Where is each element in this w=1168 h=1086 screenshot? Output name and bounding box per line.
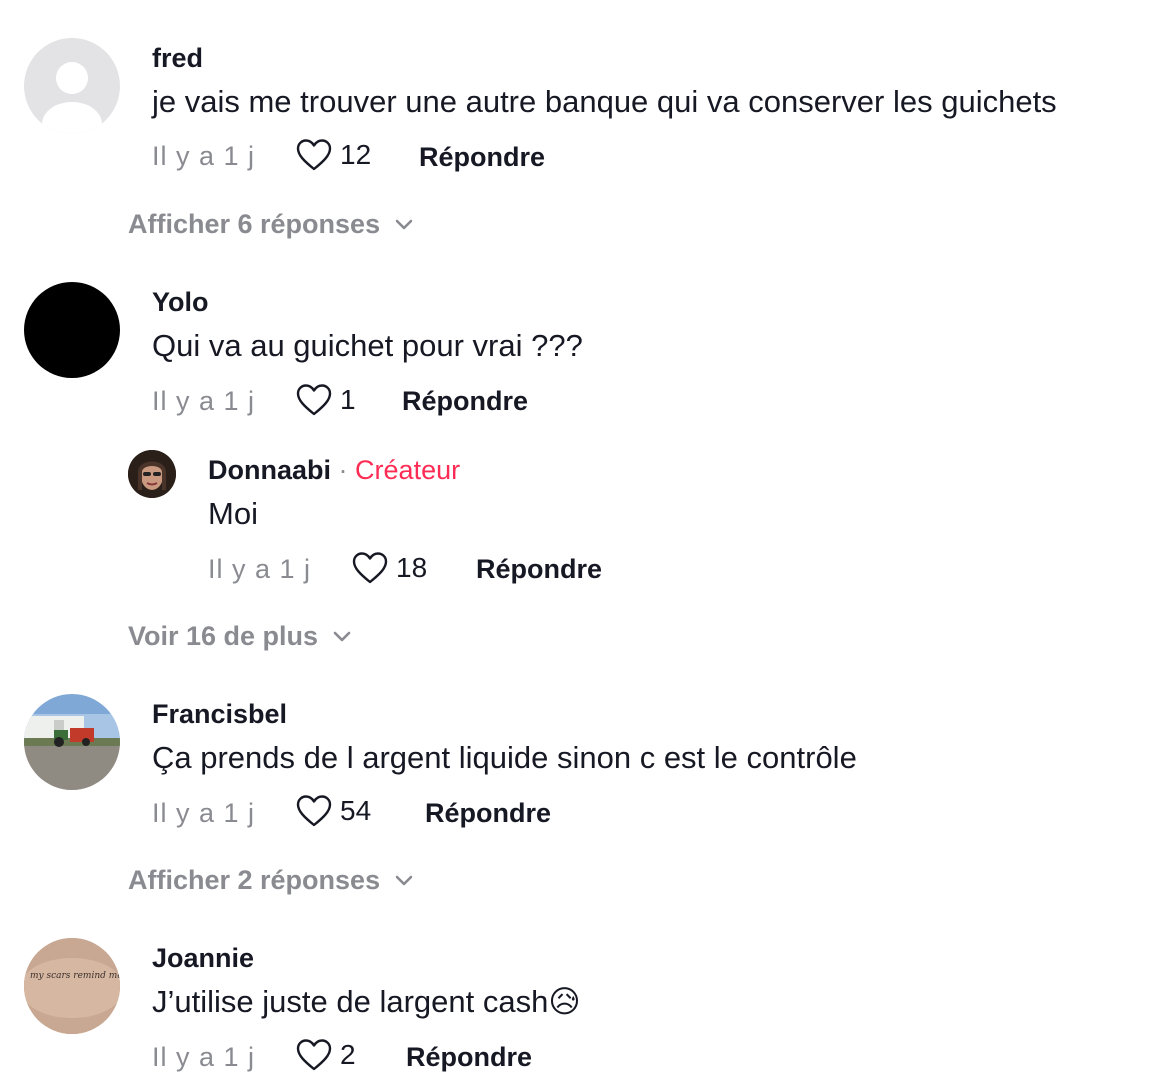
comment-timestamp: Il y a 1 j xyxy=(152,141,256,171)
username[interactable]: fred xyxy=(152,45,203,72)
username[interactable]: Francisbel xyxy=(152,701,287,728)
heart-icon xyxy=(352,552,388,584)
username[interactable]: Yolo xyxy=(152,289,209,316)
reply-button[interactable]: Répondre xyxy=(406,1044,532,1071)
comment-text: Qui va au guichet pour vrai ??? xyxy=(152,328,583,363)
comment-timestamp: Il y a 1 j xyxy=(152,798,256,828)
chevron-down-icon xyxy=(333,631,351,641)
like-button[interactable]: 1 xyxy=(296,383,356,417)
view-more-label: Voir 16 de plus xyxy=(128,621,319,651)
creator-badge: Créateur xyxy=(355,455,461,485)
heart-icon xyxy=(296,139,332,171)
comment-text-body: J’utilise juste de largent cash xyxy=(152,984,549,1019)
comment-text: Ça prends de l argent liquide sinon c es… xyxy=(152,740,857,775)
comment-timestamp: Il y a 1 j xyxy=(152,386,256,416)
view-more-replies-button[interactable]: Voir 16 de plus xyxy=(128,623,352,650)
svg-text:my scars remind me that the pa: my scars remind me that the past is real xyxy=(30,971,120,981)
reply-button[interactable]: Répondre xyxy=(425,800,551,827)
chevron-down-icon xyxy=(395,219,413,229)
chevron-down-icon xyxy=(395,875,413,885)
like-button[interactable]: 2 xyxy=(296,1038,356,1072)
comment-timestamp: Il y a 1 j xyxy=(152,1042,256,1072)
like-button[interactable]: 18 xyxy=(352,551,427,585)
tattoo-photo-avatar: my scars remind me that the past is real xyxy=(24,938,120,1034)
like-button[interactable]: 12 xyxy=(296,138,371,172)
username[interactable]: Donnaabi xyxy=(208,455,331,485)
default-avatar-icon xyxy=(42,62,102,134)
comment-text: J’utilise juste de largent cash😥 xyxy=(152,986,581,1017)
reply-timestamp: Il y a 1 j xyxy=(208,554,312,584)
view-replies-label: Afficher 6 réponses xyxy=(128,209,381,239)
like-count: 18 xyxy=(396,552,428,583)
avatar[interactable] xyxy=(24,694,120,790)
view-replies-label: Afficher 2 réponses xyxy=(128,865,381,895)
reply-button[interactable]: Répondre xyxy=(419,144,545,171)
heart-icon xyxy=(296,1039,332,1071)
view-replies-button[interactable]: Afficher 6 réponses xyxy=(128,211,414,238)
farm-photo-avatar xyxy=(24,694,120,790)
sad-relieved-emoji-icon: 😥 xyxy=(548,984,581,1019)
view-replies-button[interactable]: Afficher 2 réponses xyxy=(128,867,414,894)
reply-username-line: Donnaabi · Créateur xyxy=(208,457,460,484)
avatar[interactable] xyxy=(24,38,120,134)
creator-photo-avatar xyxy=(128,450,176,498)
reply-button[interactable]: Répondre xyxy=(402,388,528,415)
like-count: 54 xyxy=(340,795,372,826)
like-count: 1 xyxy=(340,384,356,415)
separator: · xyxy=(338,455,348,485)
like-count: 2 xyxy=(340,1039,356,1070)
reply-text: Moi xyxy=(208,496,258,531)
heart-icon xyxy=(296,384,332,416)
heart-icon xyxy=(296,795,332,827)
avatar[interactable] xyxy=(128,450,176,498)
avatar[interactable] xyxy=(24,282,120,378)
comment-text: je vais me trouver une autre banque qui … xyxy=(152,84,1057,119)
avatar[interactable]: my scars remind me that the past is real xyxy=(24,938,120,1034)
like-count: 12 xyxy=(340,139,372,170)
like-button[interactable]: 54 xyxy=(296,794,371,828)
reply-button[interactable]: Répondre xyxy=(476,556,602,583)
username[interactable]: Joannie xyxy=(152,945,254,972)
